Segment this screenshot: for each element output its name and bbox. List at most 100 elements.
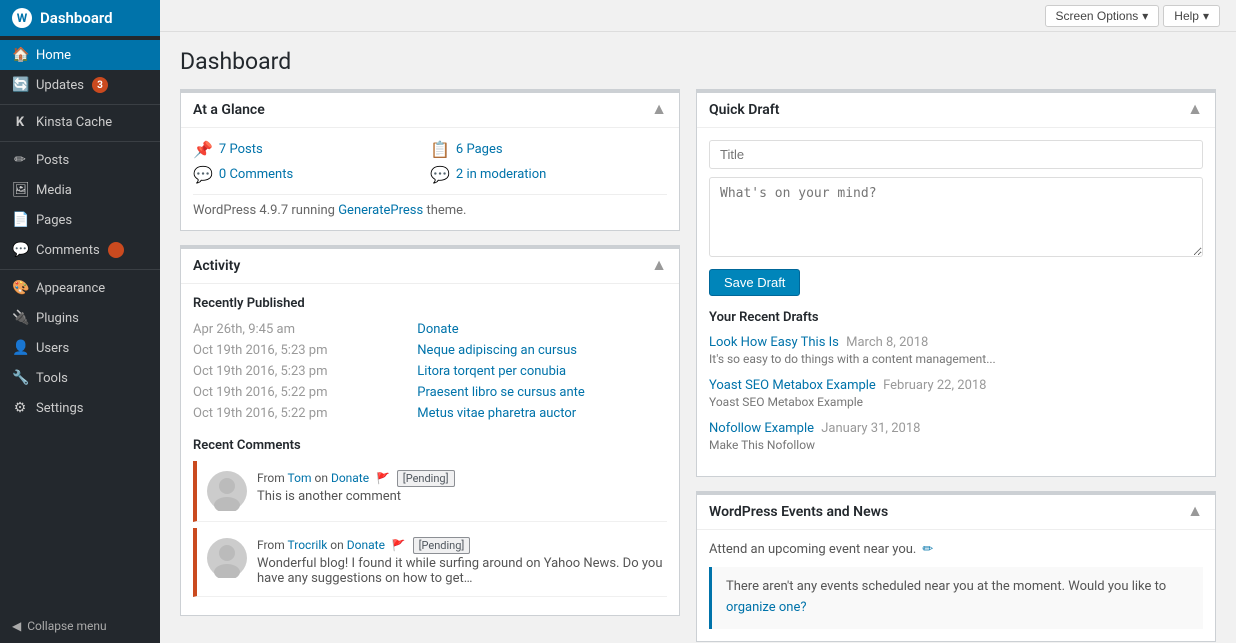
recently-published-title: Recently Published [193, 296, 667, 311]
sidebar-updates-label: Updates [36, 78, 84, 93]
quick-draft-toggle[interactable]: ▲ [1187, 101, 1203, 119]
wp-info: WordPress 4.9.7 running GeneratePress th… [193, 194, 667, 218]
activity-post-row: Apr 26th, 9:45 amDonate [193, 319, 667, 340]
sidebar-item-media[interactable]: 🖼 Media [0, 175, 160, 205]
post-stat-icon: 📌 [193, 140, 213, 159]
activity-post-row: Oct 19th 2016, 5:22 pmPraesent libro se … [193, 382, 667, 403]
sidebar-tools-label: Tools [36, 371, 68, 386]
sidebar-item-pages[interactable]: 📄 Pages [0, 205, 160, 235]
recent-drafts-title: Your Recent Drafts [709, 310, 1203, 325]
dashboard-columns: At a Glance ▲ 📌 7 Posts 📋 6 Pages [180, 89, 1216, 642]
comments-count-link[interactable]: 0 Comments [219, 167, 293, 182]
comment-post-link[interactable]: Donate [347, 538, 385, 552]
post-title-link[interactable]: Neque adipiscing an cursus [417, 343, 577, 358]
help-button[interactable]: Help ▾ [1163, 5, 1220, 27]
sidebar-item-kinsta[interactable]: K Kinsta Cache [0, 104, 160, 137]
sidebar-item-posts[interactable]: ✏ Posts [0, 141, 160, 175]
draft-date: February 22, 2018 [883, 378, 986, 393]
posts-stat: 📌 7 Posts [193, 140, 430, 159]
post-title-link[interactable]: Metus vitae pharetra auctor [417, 406, 576, 421]
drafts-list: Look How Easy This Is March 8, 2018 It's… [709, 335, 1203, 452]
sidebar-item-plugins[interactable]: 🔌 Plugins [0, 303, 160, 333]
post-title: Metus vitae pharetra auctor [417, 403, 667, 424]
draft-title-link[interactable]: Nofollow Example [709, 421, 814, 436]
moderation-count-link[interactable]: 2 in moderation [456, 167, 546, 182]
activity-post-row: Oct 19th 2016, 5:22 pmMetus vitae pharet… [193, 403, 667, 424]
help-label: Help [1174, 9, 1199, 23]
post-title-link[interactable]: Donate [417, 322, 458, 337]
post-title: Praesent libro se cursus ante [417, 382, 667, 403]
sidebar-app-name: Dashboard [40, 9, 113, 27]
users-icon: 👤 [12, 340, 28, 356]
wp-events-header: WordPress Events and News ▲ [697, 495, 1215, 530]
draft-content-input[interactable] [709, 177, 1203, 257]
post-date: Apr 26th, 9:45 am [193, 319, 417, 340]
sidebar-item-appearance[interactable]: 🎨 Appearance [0, 269, 160, 303]
sidebar-item-users[interactable]: 👤 Users [0, 333, 160, 363]
posts-count-link[interactable]: 7 Posts [219, 142, 263, 157]
edit-location-icon[interactable]: ✏ [922, 542, 933, 557]
main-content: Screen Options ▾ Help ▾ Dashboard At a G… [160, 0, 1236, 643]
sidebar-item-comments[interactable]: 💬 Comments [0, 235, 160, 265]
pages-count-link[interactable]: 6 Pages [456, 142, 503, 157]
comment-item: From Tom on Donate 🚩 [Pending] This is a… [193, 461, 667, 522]
recent-comments-title: Recent Comments [193, 438, 667, 453]
help-chevron-icon: ▾ [1203, 9, 1209, 23]
post-title: Litora torqent per conubia [417, 361, 667, 382]
draft-excerpt: It's so easy to do things with a content… [709, 352, 1203, 366]
sidebar-home-label: Home [36, 48, 71, 63]
organize-event-link[interactable]: organize one? [726, 600, 807, 615]
post-date: Oct 19th 2016, 5:22 pm [193, 382, 417, 403]
draft-title-link[interactable]: Look How Easy This Is [709, 335, 839, 350]
activity-post-row: Oct 19th 2016, 5:23 pmLitora torqent per… [193, 361, 667, 382]
sidebar-item-updates[interactable]: 🔄 Updates 3 [0, 70, 160, 100]
comment-post-link[interactable]: Donate [331, 471, 369, 485]
post-date: Oct 19th 2016, 5:23 pm [193, 340, 417, 361]
comment-content: From Trocrilk on Donate 🚩 [Pending] Wond… [257, 538, 667, 586]
comment-author-link[interactable]: Trocrilk [288, 538, 328, 552]
comment-text: This is another comment [257, 489, 667, 504]
at-a-glance-toggle[interactable]: ▲ [651, 101, 667, 119]
updates-badge: 3 [92, 77, 108, 93]
comment-avatar [207, 471, 247, 511]
collapse-icon: ◀ [12, 619, 21, 633]
draft-title-input[interactable] [709, 140, 1203, 169]
pages-icon: 📄 [12, 212, 28, 228]
wp-events-toggle[interactable]: ▲ [1187, 503, 1203, 521]
draft-item: Look How Easy This Is March 8, 2018 It's… [709, 335, 1203, 366]
sidebar-posts-label: Posts [36, 153, 69, 168]
sidebar-item-home[interactable]: 🏠 Home [0, 40, 160, 70]
no-events-box: There aren't any events scheduled near y… [709, 567, 1203, 629]
draft-date: March 8, 2018 [846, 335, 928, 350]
post-title-link[interactable]: Praesent libro se cursus ante [417, 385, 585, 400]
sidebar-item-settings[interactable]: ⚙ Settings [0, 393, 160, 423]
theme-suffix: theme. [426, 203, 466, 218]
collapse-label: Collapse menu [27, 619, 106, 633]
activity-body: Recently Published Apr 26th, 9:45 amDona… [181, 284, 679, 615]
comments-badge [108, 242, 124, 258]
post-date: Oct 19th 2016, 5:23 pm [193, 361, 417, 382]
pending-label: [Pending] [413, 537, 471, 554]
save-draft-button[interactable]: Save Draft [709, 269, 800, 296]
topbar: Screen Options ▾ Help ▾ [160, 0, 1236, 32]
comment-author-link[interactable]: Tom [288, 471, 312, 485]
draft-excerpt: Make This Nofollow [709, 438, 1203, 452]
wp-events-title: WordPress Events and News [709, 504, 888, 520]
draft-date: January 31, 2018 [821, 421, 920, 436]
post-title-link[interactable]: Litora torqent per conubia [417, 364, 566, 379]
theme-link[interactable]: GeneratePress [338, 203, 423, 218]
quick-draft-body: Save Draft Your Recent Drafts Look How E… [697, 128, 1215, 476]
activity-title: Activity [193, 258, 240, 274]
collapse-menu[interactable]: ◀ Collapse menu [0, 609, 160, 643]
wp-icon: W [12, 8, 32, 28]
moderation-stat: 💬 2 in moderation [430, 165, 667, 184]
comment-meta: From Tom on Donate 🚩 [Pending] [257, 471, 667, 485]
activity-toggle[interactable]: ▲ [651, 257, 667, 275]
screen-options-button[interactable]: Screen Options ▾ [1045, 5, 1160, 27]
sidebar-item-tools[interactable]: 🔧 Tools [0, 363, 160, 393]
draft-title-link[interactable]: Yoast SEO Metabox Example [709, 378, 876, 393]
post-title: Neque adipiscing an cursus [417, 340, 667, 361]
sidebar-settings-label: Settings [36, 401, 83, 416]
tools-icon: 🔧 [12, 370, 28, 386]
media-icon: 🖼 [12, 182, 28, 198]
